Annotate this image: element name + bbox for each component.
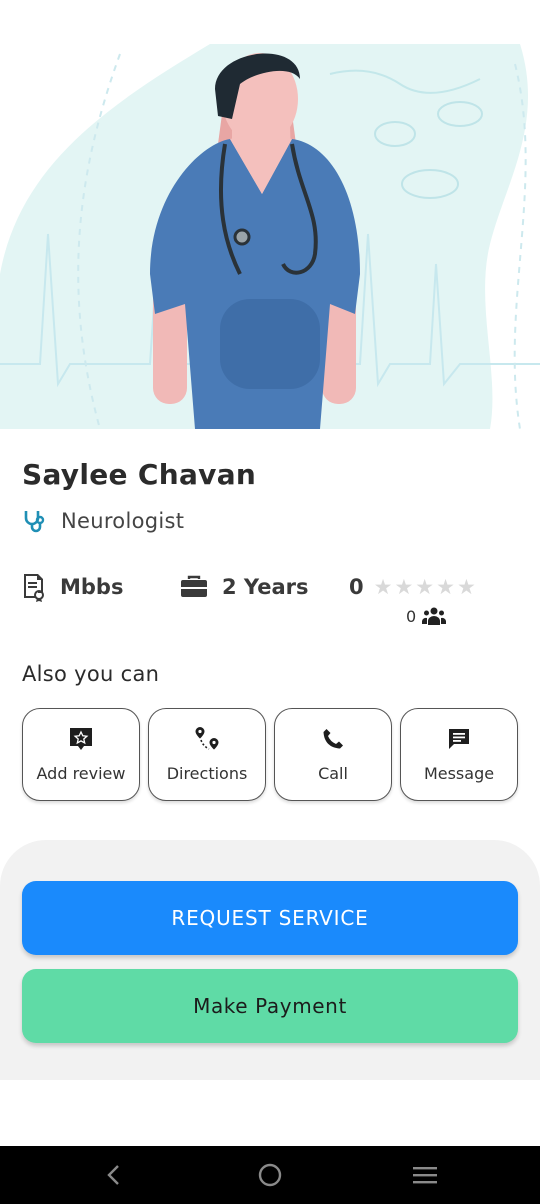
doctor-image xyxy=(0,44,540,429)
doctor-name: Saylee Chavan xyxy=(22,458,257,491)
nav-back-button[interactable] xyxy=(84,1146,144,1204)
star-icon: ★ xyxy=(394,575,414,599)
doctor-illustration xyxy=(0,44,540,429)
message-icon xyxy=(449,729,469,749)
actions-heading: Also you can xyxy=(22,662,160,686)
specialty-label: Neurologist xyxy=(61,509,185,533)
star-icon: ★ xyxy=(373,575,393,599)
rating-value: 0 xyxy=(349,575,364,599)
briefcase-icon xyxy=(181,575,207,597)
quick-actions: Add review Directions Call Message xyxy=(22,708,518,801)
back-icon xyxy=(107,1165,119,1185)
message-button[interactable]: Message xyxy=(400,708,518,801)
make-payment-button[interactable]: Make Payment xyxy=(22,969,518,1043)
experience: 2 Years xyxy=(180,569,308,605)
phone-icon xyxy=(323,729,343,749)
specialty-row: Neurologist xyxy=(22,508,184,534)
message-label: Message xyxy=(423,764,495,783)
qualification: Mbbs xyxy=(22,569,123,605)
call-label: Call xyxy=(318,764,348,783)
home-circle-icon xyxy=(258,1163,282,1187)
star-icon: ★ xyxy=(456,575,476,599)
system-navigation-bar xyxy=(0,1146,540,1204)
qualification-label: Mbbs xyxy=(60,575,124,599)
experience-label: 2 Years xyxy=(222,575,309,599)
star-icon: ★ xyxy=(436,575,455,599)
recents-icon xyxy=(413,1167,437,1184)
nav-home-button[interactable] xyxy=(240,1146,300,1204)
add-review-button[interactable]: Add review xyxy=(22,708,140,801)
directions-label: Directions xyxy=(166,764,248,783)
directions-icon xyxy=(195,727,219,750)
nav-recents-button[interactable] xyxy=(395,1146,455,1204)
bottom-sheet xyxy=(0,840,540,1080)
call-button[interactable]: Call xyxy=(274,708,392,801)
add-review-label: Add review xyxy=(36,764,126,783)
star-icon: ★ xyxy=(415,575,435,599)
users-group-icon xyxy=(422,607,447,625)
rating: 0 ★ ★ ★ ★ ★ xyxy=(349,569,478,605)
request-service-button[interactable]: REQUEST SERVICE xyxy=(22,881,518,955)
directions-button[interactable]: Directions xyxy=(148,708,266,801)
stethoscope-icon xyxy=(24,511,45,533)
certificate-icon xyxy=(24,574,44,602)
rating-stars: ★ ★ ★ ★ ★ xyxy=(374,575,478,599)
review-count-value: 0 xyxy=(406,606,417,626)
review-count: 0 xyxy=(406,606,447,626)
doctor-info-row: Mbbs 2 Years 0 ★ ★ ★ ★ ★ xyxy=(22,569,522,605)
add-review-icon xyxy=(70,728,92,750)
